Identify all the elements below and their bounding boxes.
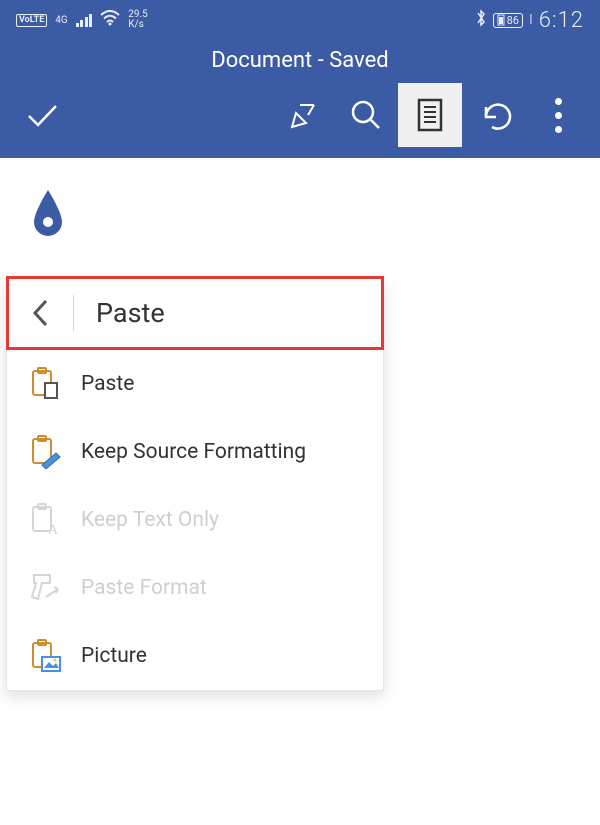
menu-item-paste-format: Paste Format <box>7 554 383 622</box>
menu-item-keep-text-only: A Keep Text Only <box>7 486 383 554</box>
picture-icon <box>27 638 63 674</box>
back-button[interactable] <box>9 279 73 347</box>
undo-button[interactable] <box>462 83 526 147</box>
more-button[interactable] <box>526 83 590 147</box>
battery-indicator: 86 <box>493 13 523 28</box>
menu-item-label: Picture <box>81 644 147 668</box>
panel-header: Paste <box>6 276 384 350</box>
keep-text-only-icon: A <box>27 502 63 538</box>
network-type: 4G <box>55 15 67 26</box>
document-area: Paste Paste Keep Source Formatting A Kee… <box>0 158 600 268</box>
signal-bars-icon <box>76 13 93 27</box>
menu-item-label: Paste Format <box>81 576 207 600</box>
menu-item-picture[interactable]: Picture <box>7 622 383 690</box>
panel-title: Paste <box>74 297 381 329</box>
status-right: 86 I 6:12 <box>475 8 584 33</box>
document-title: Document - Saved <box>0 40 600 79</box>
search-button[interactable] <box>334 83 398 147</box>
volte-indicator: VoLTE <box>16 14 47 27</box>
toolbar <box>0 79 600 151</box>
menu-item-keep-source-formatting[interactable]: Keep Source Formatting <box>7 418 383 486</box>
clock: 6:12 <box>539 8 584 33</box>
menu-item-paste[interactable]: Paste <box>7 350 383 418</box>
menu-item-label: Keep Text Only <box>81 508 219 532</box>
status-left: VoLTE 4G 29.5 K/s <box>16 10 148 30</box>
network-speed: 29.5 K/s <box>128 10 148 30</box>
paste-format-icon <box>27 570 63 606</box>
paste-icon <box>27 366 63 402</box>
svg-text:A: A <box>48 523 59 537</box>
keep-source-formatting-icon <box>27 434 63 470</box>
app-header: VoLTE 4G 29.5 K/s 86 I 6:12 Doc <box>0 0 600 158</box>
done-button[interactable] <box>10 83 74 147</box>
bluetooth-icon <box>475 9 487 31</box>
paste-panel: Paste Paste Keep Source Formatting A Kee… <box>6 276 384 691</box>
menu-item-label: Paste <box>81 372 134 396</box>
edit-pen-button[interactable] <box>270 83 334 147</box>
menu-item-label: Keep Source Formatting <box>81 440 306 464</box>
wifi-icon <box>100 10 120 30</box>
status-bar: VoLTE 4G 29.5 K/s 86 I 6:12 <box>0 0 600 40</box>
ink-droplet-icon[interactable] <box>30 188 66 238</box>
reading-view-button[interactable] <box>398 83 462 147</box>
